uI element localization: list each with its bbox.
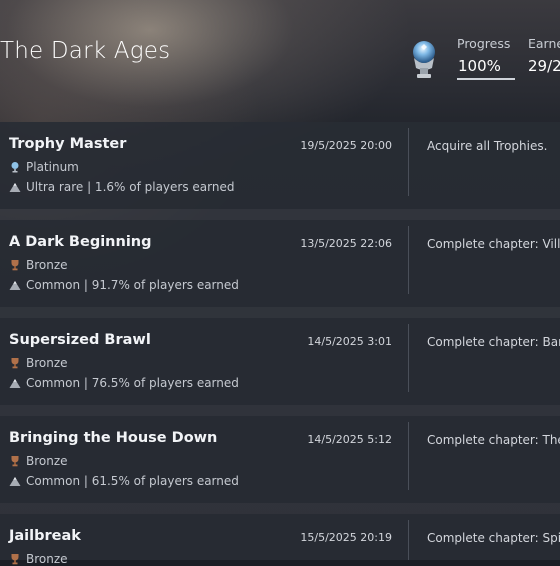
trophy-grade: Bronze [9, 552, 68, 566]
trophy-date: 14/5/2025 5:12 [307, 433, 392, 446]
progress-bar [457, 78, 515, 80]
trophy-row[interactable]: Trophy Master 19/5/2025 20:00 Platinum U… [0, 122, 560, 209]
trophy-row[interactable]: Jailbreak 15/5/2025 20:19 Bronze Complet… [0, 514, 560, 566]
bronze-trophy-icon [11, 456, 19, 467]
trophy-rarity: Common | 91.7% of players earned [9, 278, 239, 292]
trophy-date: 13/5/2025 22:06 [300, 237, 392, 250]
bronze-trophy-icon [11, 358, 19, 369]
row-separator [0, 209, 560, 220]
trophy-row[interactable]: Supersized Brawl 14/5/2025 3:01 Bronze C… [0, 318, 560, 405]
trophy-description: Complete chapter: Spire [427, 531, 560, 545]
trophy-name: Trophy Master [9, 136, 127, 152]
progress-value: 100% [458, 57, 501, 75]
trophy-name: A Dark Beginning [9, 234, 152, 250]
trophy-grade-label: Platinum [26, 160, 79, 174]
rarity-mountain-icon [9, 477, 21, 486]
trophy-rarity-text: Common | 91.7% of players earned [26, 278, 239, 292]
trophy-grade-label: Bronze [26, 552, 68, 566]
trophy-date: 15/5/2025 20:19 [300, 531, 392, 544]
trophy-description: Acquire all Trophies. [427, 139, 548, 153]
trophy-rarity: Ultra rare | 1.6% of players earned [9, 180, 234, 194]
row-divider [408, 128, 409, 196]
trophy-grade: Bronze [9, 356, 68, 370]
bronze-trophy-icon [11, 554, 19, 565]
trophy-grade: Bronze [9, 258, 68, 272]
trophy-rarity: Common | 61.5% of players earned [9, 474, 239, 488]
trophy-name: Supersized Brawl [9, 332, 151, 348]
row-divider [408, 422, 409, 490]
row-separator [0, 307, 560, 318]
row-divider [408, 226, 409, 294]
trophy-description: Complete chapter: The [427, 433, 560, 447]
rarity-mountain-icon [9, 379, 21, 388]
trophy-grade-label: Bronze [26, 258, 68, 272]
trophy-grade: Platinum [9, 160, 79, 174]
trophy-row[interactable]: A Dark Beginning 13/5/2025 22:06 Bronze … [0, 220, 560, 307]
trophy-rarity-text: Common | 76.5% of players earned [26, 376, 239, 390]
page-title: The Dark Ages [0, 38, 171, 64]
trophy-description: Complete chapter: Barri [427, 335, 560, 349]
trophy-name: Jailbreak [9, 528, 81, 544]
trophy-row[interactable]: Bringing the House Down 14/5/2025 5:12 B… [0, 416, 560, 503]
row-separator [0, 503, 560, 514]
earned-value: 29/2 [528, 57, 560, 75]
trophy-rarity-text: Ultra rare | 1.6% of players earned [26, 180, 235, 194]
trophy-date: 14/5/2025 3:01 [307, 335, 392, 348]
row-divider [408, 324, 409, 392]
progress-label: Progress [457, 36, 511, 51]
trophy-date: 19/5/2025 20:00 [300, 139, 392, 152]
trophy-grade-label: Bronze [26, 356, 68, 370]
trophy-grade-label: Bronze [26, 454, 68, 468]
row-separator [0, 405, 560, 416]
bronze-trophy-icon [11, 260, 19, 271]
row-divider [408, 520, 409, 560]
trophy-rarity-text: Common | 61.5% of players earned [26, 474, 239, 488]
trophy-grade: Bronze [9, 454, 68, 468]
trophy-name: Bringing the House Down [9, 430, 218, 446]
earned-label: Earne [528, 36, 560, 51]
trophy-description: Complete chapter: Villag [427, 237, 560, 251]
rarity-mountain-icon [9, 281, 21, 290]
platinum-trophy-icon [11, 162, 19, 173]
trophy-rarity: Common | 76.5% of players earned [9, 376, 239, 390]
header: The Dark Ages Progress 100% Earne 29/2 [0, 0, 560, 118]
platinum-trophy-icon [413, 41, 435, 78]
rarity-mountain-icon [9, 183, 21, 192]
